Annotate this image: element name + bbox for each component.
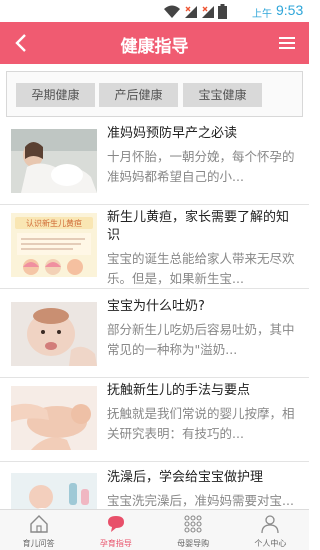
bottom-nav: 育儿问答 孕育指导 母婴导购 个人中心 [0, 509, 309, 550]
header: 健康指导 [0, 22, 309, 64]
article-title: 洗澡后，学会给宝宝做护理 [107, 470, 264, 485]
nav-label: 孕育指导 [99, 539, 132, 548]
battery-icon [218, 4, 227, 19]
article-thumbnail [11, 386, 97, 450]
tab-postpartum-health[interactable]: 产后健康 [99, 83, 178, 107]
page-title: 健康指导 [120, 37, 189, 57]
person-icon [261, 515, 280, 534]
nav-label: 育儿问答 [22, 539, 55, 548]
list-item[interactable]: 宝宝为什么吐奶? 部分新生儿吃奶后容易吐奶，其中常见的一种称为"溢奶... [0, 294, 309, 378]
list-item[interactable]: 抚触新生儿的手法与要点 抚触就是我们常说的婴儿按摩，相关研究表明：有技巧的... [0, 378, 309, 462]
article-summary: 十月怀胎，一朝分娩，每个怀孕的准妈妈都希望自己的小... [107, 149, 295, 184]
article-summary: 部分新生儿吃奶后容易吐奶，其中常见的一种称为"溢奶... [107, 322, 295, 357]
nav-label: 个人中心 [254, 539, 287, 548]
status-clock: 9:53 [276, 2, 304, 18]
wifi-icon [164, 5, 180, 18]
nav-personal-center[interactable]: 个人中心 [232, 510, 309, 550]
nav-label: 母婴导购 [177, 539, 210, 548]
signal-icon [202, 6, 214, 18]
article-thumbnail: 认识新生儿黄疸 [11, 213, 97, 277]
chat-bubble-icon [107, 516, 124, 532]
nav-parenting-qa[interactable]: 育儿问答 [0, 510, 77, 550]
list-item[interactable]: 准妈妈预防早产之必读 十月怀胎，一朝分娩，每个怀孕的准妈妈都希望自己的小... [0, 121, 309, 205]
article-thumbnail [11, 129, 97, 193]
article-summary: 宝宝的诞生总能给家人带来无尽欢乐。但是，如果新生宝... [107, 251, 295, 286]
tab-pregnancy-health[interactable]: 孕期健康 [16, 83, 95, 107]
list-item[interactable]: 认识新生儿黄疸 新生儿黄疸，家长需要了解的知识 宝宝的诞生总能给家人带来无尽欢乐… [0, 205, 309, 289]
thumbnail-caption: 认识新生儿黄疸 [26, 218, 82, 228]
status-icons [163, 3, 227, 19]
signal-icon [185, 6, 197, 18]
article-summary: 宝宝洗完澡后，准妈妈需要对宝... [107, 493, 294, 508]
article-title: 新生儿黄疸，家长需要了解的知识 [107, 210, 290, 243]
article-title: 抚触新生儿的手法与要点 [107, 383, 251, 398]
status-bar: 上午 9:53 [0, 0, 309, 22]
home-icon [29, 515, 48, 533]
category-tabs: 孕期健康 产后健康 宝宝健康 [6, 71, 303, 117]
menu-button[interactable] [265, 22, 309, 64]
nav-pregnancy-guide[interactable]: 孕育指导 [77, 510, 154, 550]
grid-icon [184, 515, 202, 533]
nav-shopping-guide[interactable]: 母婴导购 [155, 510, 232, 550]
article-title: 宝宝为什么吐奶? [107, 299, 205, 314]
article-thumbnail [11, 302, 97, 366]
status-ampm: 上午 [252, 9, 272, 20]
article-title: 准妈妈预防早产之必读 [107, 126, 238, 141]
tab-baby-health[interactable]: 宝宝健康 [183, 83, 262, 107]
article-summary: 抚触就是我们常说的婴儿按摩，相关研究表明：有技巧的... [107, 406, 295, 441]
menu-icon [279, 37, 295, 39]
